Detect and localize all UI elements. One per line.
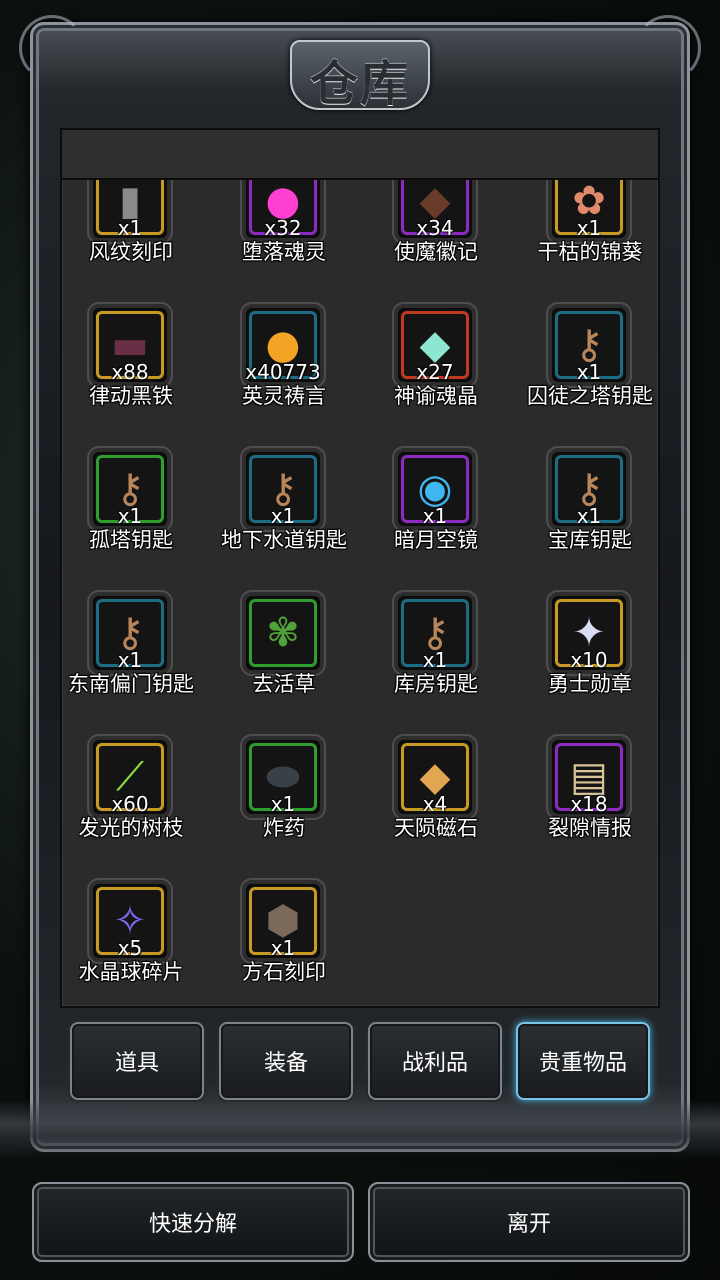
item-name: 宝库钥匙 (548, 528, 632, 552)
item-slot[interactable]: ✦ x10 勇士勋章 (520, 592, 658, 732)
item-slot[interactable]: ▤ x18 裂隙情报 (520, 736, 658, 876)
item-slot[interactable]: ◆ x27 神谕魂晶 (366, 304, 516, 444)
item-slot[interactable]: ◉ x1 暗月空镜 (366, 448, 516, 588)
item-slot[interactable]: ⚷ x1 孤塔钥匙 (62, 448, 211, 588)
item-name: 干枯的锦葵 (537, 240, 643, 264)
item-frame[interactable]: ✾ (242, 592, 324, 674)
item-name: 堕落魂灵 (242, 240, 326, 264)
leave-button[interactable]: 离开 (368, 1182, 690, 1262)
item-name: 天陨磁石 (394, 816, 478, 840)
item-slot[interactable]: ⚷ x1 宝库钥匙 (520, 448, 658, 588)
item-slot[interactable]: ⚷ x1 地下水道钥匙 (214, 448, 364, 588)
item-name: 律动黑铁 (89, 384, 173, 408)
item-slot[interactable]: ⚷ x1 囚徒之塔钥匙 (520, 304, 658, 444)
item-slot[interactable]: ▬ x88 律动黑铁 (62, 304, 211, 444)
quick-decompose-button[interactable]: 快速分解 (32, 1182, 354, 1262)
item-slot[interactable]: ● x40773 英灵祷言 (214, 304, 364, 444)
item-name: 去活草 (252, 672, 316, 696)
tab-loot[interactable]: 战利品 (368, 1022, 502, 1100)
tab-items[interactable]: 道具 (70, 1022, 204, 1100)
herb-icon: ✾ (266, 610, 300, 656)
item-name: 风纹刻印 (89, 240, 173, 264)
item-slot[interactable]: ✿ x1 干枯的锦葵 (520, 160, 658, 300)
item-slot[interactable]: ⚷ x1 东南偏门钥匙 (62, 592, 211, 732)
tab-equipment[interactable]: 装备 (219, 1022, 353, 1100)
item-name: 使魔徽记 (394, 240, 478, 264)
item-name: 英灵祷言 (242, 384, 326, 408)
item-name: 炸药 (263, 816, 305, 840)
item-slot[interactable]: ● x32 堕落魂灵 (214, 160, 364, 300)
category-tabs: 道具 装备 战利品 贵重物品 (70, 1022, 650, 1102)
item-name: 勇士勋章 (548, 672, 632, 696)
item-name: 裂隙情报 (548, 816, 632, 840)
item-name: 方石刻印 (242, 960, 326, 984)
item-name: 水晶球碎片 (78, 960, 184, 984)
item-slot[interactable]: ✾ 去活草 (214, 592, 364, 732)
item-slot[interactable]: ◆ x4 天陨磁石 (366, 736, 516, 876)
panel-title: 仓库 (309, 56, 410, 112)
tab-valuables[interactable]: 贵重物品 (516, 1022, 650, 1100)
item-name: 东南偏门钥匙 (68, 672, 194, 696)
item-name: 暗月空镜 (394, 528, 478, 552)
item-name: 孤塔钥匙 (89, 528, 173, 552)
item-slot[interactable]: ⬢ x1 方石刻印 (214, 880, 364, 1006)
item-list-header (62, 130, 658, 180)
item-name: 神谕魂晶 (394, 384, 478, 408)
item-slot[interactable]: ⬬ x1 炸药 (214, 736, 364, 876)
bottom-ornament (0, 1100, 720, 1160)
item-list-panel[interactable]: ▮ x1 风纹刻印 ● x32 堕落魂灵 ◆ x34 使魔徽记 ✿ x1 干枯的锦葵 ▬ x88 律动黑铁 ●… (60, 128, 660, 1008)
item-name: 地下水道钥匙 (221, 528, 347, 552)
item-slot[interactable]: ◆ x34 使魔徽记 (366, 160, 516, 300)
item-slot[interactable]: ⚷ x1 库房钥匙 (366, 592, 516, 732)
item-slot[interactable]: ⟋ x60 发光的树枝 (62, 736, 211, 876)
item-name: 库房钥匙 (394, 672, 478, 696)
item-grid[interactable]: ▮ x1 风纹刻印 ● x32 堕落魂灵 ◆ x34 使魔徽记 ✿ x1 干枯的锦葵 ▬ x88 律动黑铁 ●… (62, 130, 658, 1006)
item-slot[interactable]: ✧ x5 水晶球碎片 (62, 880, 211, 1006)
item-name: 囚徒之塔钥匙 (527, 384, 653, 408)
item-slot[interactable]: ▮ x1 风纹刻印 (62, 160, 211, 300)
item-name: 发光的树枝 (78, 816, 184, 840)
